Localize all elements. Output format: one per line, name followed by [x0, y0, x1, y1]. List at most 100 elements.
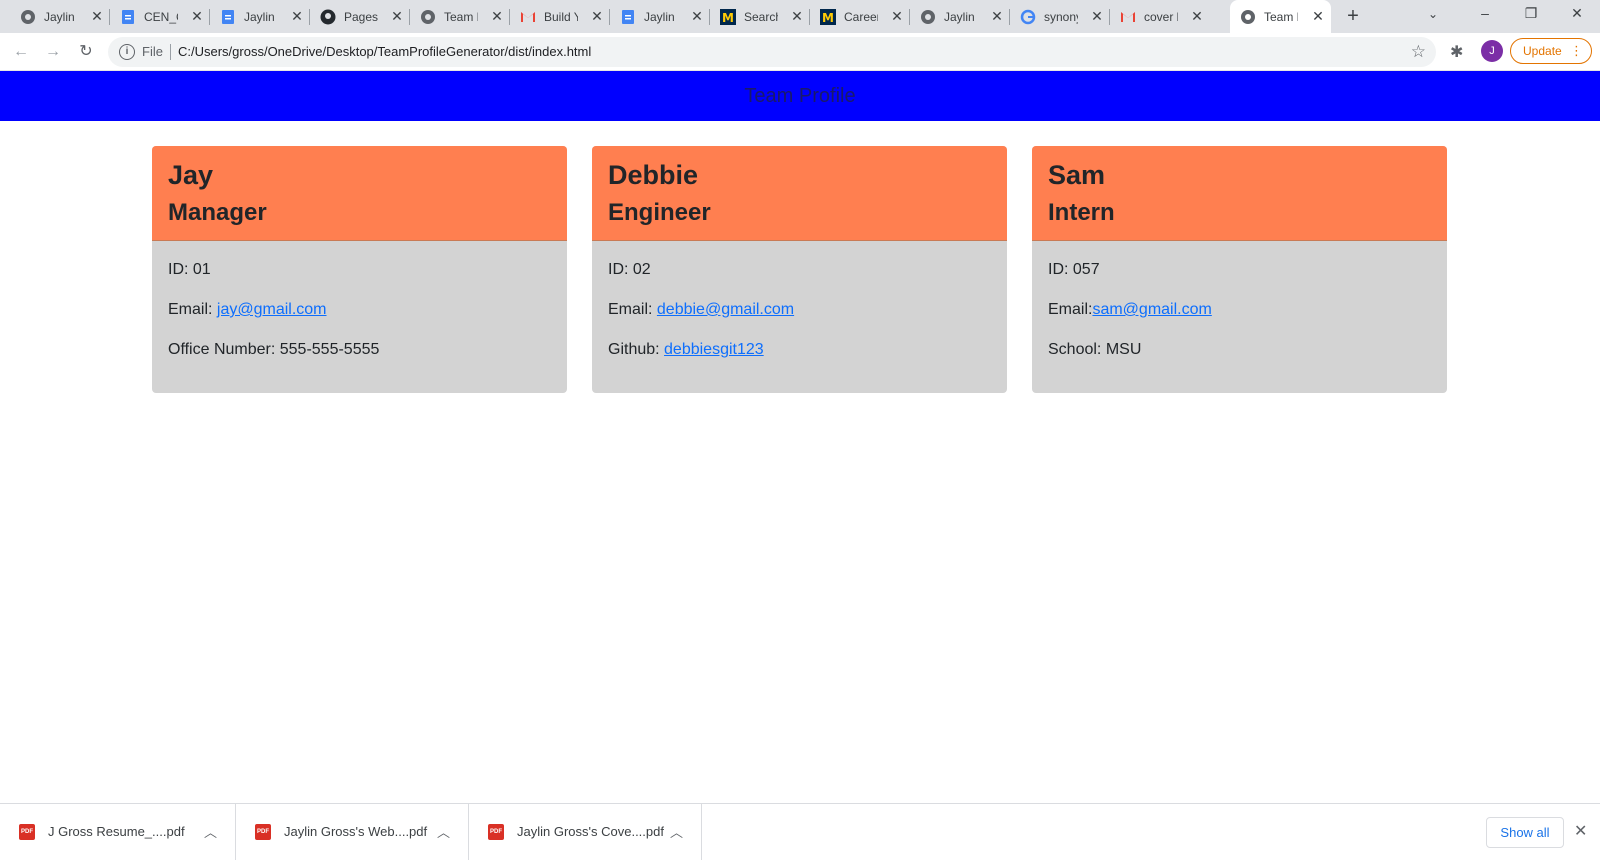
globe-icon — [920, 9, 936, 25]
employee-id: ID: 01 — [168, 261, 211, 278]
gmail-icon — [520, 9, 536, 25]
tab-4[interactable]: Team P ✕ — [410, 0, 510, 33]
employee-email-row: Email:sam@gmail.com — [1048, 300, 1431, 320]
address-scheme: File — [142, 44, 163, 59]
show-all-button[interactable]: Show all — [1486, 817, 1564, 848]
employee-role: Engineer — [608, 199, 711, 226]
more-menu-icon[interactable]: ⋮ — [1570, 39, 1583, 63]
email-label: Email: — [608, 301, 657, 318]
employee-card-intern: Sam Intern ID: 057 Email:sam@gmail.com S… — [1032, 146, 1447, 393]
close-tab-icon[interactable]: ✕ — [690, 9, 704, 23]
profile-avatar[interactable]: J — [1481, 40, 1503, 62]
restore-icon[interactable]: ❐ — [1521, 5, 1541, 25]
svg-text:M: M — [822, 11, 834, 25]
tab-11[interactable]: cover l ✕ — [1110, 0, 1210, 33]
tab-title: CEN_C — [144, 9, 178, 24]
close-tab-icon[interactable]: ✕ — [790, 9, 804, 23]
tab-10[interactable]: synony ✕ — [1010, 0, 1110, 33]
tab-title: Search — [744, 9, 778, 24]
close-tab-icon[interactable]: ✕ — [490, 9, 504, 23]
tab-1[interactable]: CEN_C ✕ — [110, 0, 210, 33]
close-tab-icon[interactable]: ✕ — [590, 9, 604, 23]
globe-icon — [20, 9, 36, 25]
chevron-up-icon[interactable]: ︿ — [670, 822, 683, 841]
chevron-up-icon[interactable]: ︿ — [204, 822, 217, 841]
email-link[interactable]: sam@gmail.com — [1092, 301, 1211, 318]
tab-3[interactable]: Pages ✕ — [310, 0, 410, 33]
github-link[interactable]: debbiesgit123 — [664, 341, 764, 358]
address-url[interactable]: C:/Users/gross/OneDrive/Desktop/TeamProf… — [178, 44, 591, 59]
card-body: ID: 057 Email:sam@gmail.com School: MSU — [1032, 241, 1447, 393]
office-number: Office Number: 555-555-5555 — [168, 341, 380, 358]
extensions-icon[interactable]: ✱ — [1450, 42, 1463, 62]
tab-search-icon[interactable]: ⌄ — [1428, 7, 1438, 21]
update-button[interactable]: Update ⋮ — [1510, 38, 1592, 64]
reload-icon[interactable]: ↻ — [76, 42, 96, 62]
info-icon[interactable]: i — [119, 44, 135, 60]
card-header: Jay Manager — [152, 146, 567, 241]
tab-7[interactable]: M Search ✕ — [710, 0, 810, 33]
github-icon — [320, 9, 336, 25]
tab-5[interactable]: Build Y ✕ — [510, 0, 610, 33]
tab-2[interactable]: Jaylin G ✕ — [210, 0, 310, 33]
docs-icon — [220, 9, 236, 25]
download-item[interactable]: PDF J Gross Resume_....pdf ︿ — [0, 804, 236, 860]
employee-id: ID: 057 — [1048, 261, 1100, 278]
close-tab-icon[interactable]: ✕ — [990, 9, 1004, 23]
downloads-shelf: PDF J Gross Resume_....pdf ︿ PDF Jaylin … — [0, 803, 1600, 860]
close-tab-icon[interactable]: ✕ — [1090, 9, 1104, 23]
tab-title: Jaylin G — [244, 9, 278, 24]
download-filename: J Gross Resume_....pdf — [48, 824, 185, 839]
download-filename: Jaylin Gross's Web....pdf — [284, 824, 428, 839]
github-label: Github: — [608, 341, 665, 358]
tab-title: Pages — [344, 9, 378, 24]
docs-icon — [120, 9, 136, 25]
svg-text:M: M — [722, 11, 734, 25]
employee-role: Manager — [168, 199, 267, 226]
tab-title: Jaylin C — [44, 9, 78, 24]
umich-icon: M — [720, 8, 736, 25]
close-tab-icon[interactable]: ✕ — [290, 9, 304, 23]
email-link[interactable]: debbie@gmail.com — [657, 301, 794, 318]
tab-9[interactable]: Jaylin C ✕ — [910, 0, 1010, 33]
back-icon[interactable]: ← — [11, 42, 31, 62]
address-bar[interactable]: i File C:/Users/gross/OneDrive/Desktop/T… — [108, 37, 1436, 67]
close-tab-icon[interactable]: ✕ — [190, 9, 204, 23]
gmail-icon — [1120, 9, 1136, 25]
employee-id: ID: 02 — [608, 261, 651, 278]
umich-icon: M — [820, 8, 836, 25]
download-item[interactable]: PDF Jaylin Gross's Cove....pdf ︿ — [469, 804, 702, 860]
card-body: ID: 01 Email: jay@gmail.com Office Numbe… — [152, 241, 567, 393]
employee-card-manager: Jay Manager ID: 01 Email: jay@gmail.com … — [152, 146, 567, 393]
pdf-icon: PDF — [488, 824, 504, 840]
employee-name: Debbie — [608, 160, 699, 190]
download-item[interactable]: PDF Jaylin Gross's Web....pdf ︿ — [236, 804, 469, 860]
new-tab-button[interactable]: + — [1342, 6, 1364, 28]
close-window-icon[interactable]: ✕ — [1567, 5, 1587, 25]
bookmark-star-icon[interactable]: ☆ — [1411, 42, 1426, 62]
page-banner: Team Profile — [0, 71, 1600, 121]
close-tab-icon[interactable]: ✕ — [1190, 9, 1204, 23]
email-label: Email: — [1048, 301, 1093, 318]
tab-title: Team P — [1264, 9, 1298, 24]
browser-window: Jaylin C ✕ CEN_C ✕ Jaylin G ✕ Pages ✕ Te… — [0, 0, 1600, 860]
card-header: Debbie Engineer — [592, 146, 1007, 241]
tab-12-active[interactable]: Team P ✕ — [1230, 0, 1331, 33]
close-tab-icon[interactable]: ✕ — [890, 9, 904, 23]
chevron-up-icon[interactable]: ︿ — [437, 822, 450, 841]
tab-0[interactable]: Jaylin C ✕ — [10, 0, 110, 33]
email-link[interactable]: jay@gmail.com — [217, 301, 327, 318]
tab-6[interactable]: Jaylin G ✕ — [610, 0, 710, 33]
close-tab-icon[interactable]: ✕ — [1311, 9, 1325, 23]
minimize-icon[interactable]: – — [1475, 5, 1495, 25]
email-label: Email: — [168, 301, 217, 318]
employee-email-row: Email: debbie@gmail.com — [608, 300, 991, 320]
tab-8[interactable]: M Career ✕ — [810, 0, 910, 33]
card-body: ID: 02 Email: debbie@gmail.com Github: d… — [592, 241, 1007, 393]
forward-icon[interactable]: → — [43, 42, 63, 62]
close-shelf-icon[interactable]: ✕ — [1574, 821, 1587, 841]
page-title: Team Profile — [744, 85, 856, 107]
close-tab-icon[interactable]: ✕ — [90, 9, 104, 23]
close-tab-icon[interactable]: ✕ — [390, 9, 404, 23]
tab-title: Career — [844, 9, 878, 24]
